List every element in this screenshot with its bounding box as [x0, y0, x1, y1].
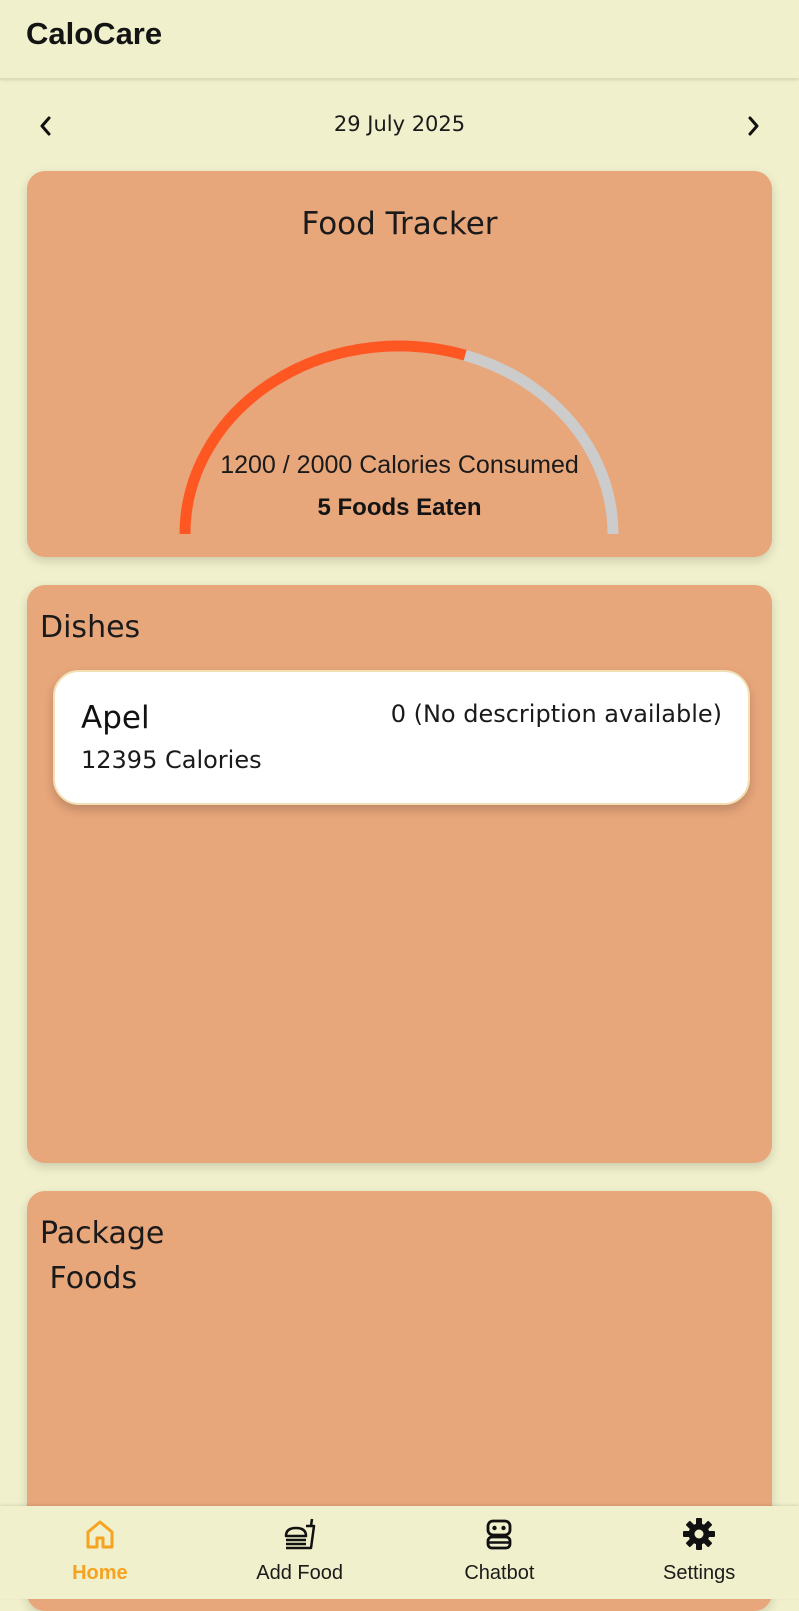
bottom-navigation: Home Add Food Chatbot Settings [0, 1506, 799, 1599]
food-tracker-title: Food Tracker [301, 206, 498, 242]
nav-item-settings[interactable]: Settings [599, 1506, 799, 1599]
next-day-button[interactable] [735, 108, 771, 144]
chevron-right-icon [748, 116, 759, 136]
home-icon [86, 1520, 114, 1549]
fastfood-icon [284, 1518, 315, 1550]
dish-description: 0 (No description available) [390, 700, 722, 728]
app-title: CaloCare [26, 16, 163, 51]
dish-calories: 12395 Calories [81, 746, 262, 774]
app-bar: CaloCare [0, 0, 799, 79]
dish-item[interactable]: Apel 12395 Calories 0 (No description av… [53, 670, 750, 805]
dishes-card: Dishes Apel 12395 Calories 0 (No descrip… [27, 585, 772, 1163]
date-navigation: 29 July 2025 [0, 98, 799, 154]
dishes-title: Dishes [40, 610, 141, 645]
nav-item-add-food[interactable]: Add Food [200, 1506, 400, 1599]
nav-label-chatbot: Chatbot [464, 1562, 535, 1584]
foods-eaten-count: 5 Foods Eaten [317, 494, 482, 521]
nav-item-home[interactable]: Home [0, 1506, 200, 1599]
nav-label-settings: Settings [662, 1562, 736, 1584]
nav-label-add-food: Add Food [256, 1562, 343, 1584]
food-tracker-card: Food Tracker 1200 / 2000 Calories Consum… [27, 171, 772, 557]
package-foods-title: Package Foods [40, 1216, 165, 1296]
gear-icon [683, 1518, 716, 1550]
nav-label-home: Home [72, 1562, 128, 1584]
calories-consumed-text: 1200 / 2000 Calories Consumed [220, 451, 579, 479]
dish-name: Apel [81, 700, 150, 736]
nav-item-chatbot[interactable]: Chatbot [400, 1506, 600, 1599]
current-date: 29 July 2025 [333, 112, 466, 136]
robot-icon [486, 1519, 512, 1550]
